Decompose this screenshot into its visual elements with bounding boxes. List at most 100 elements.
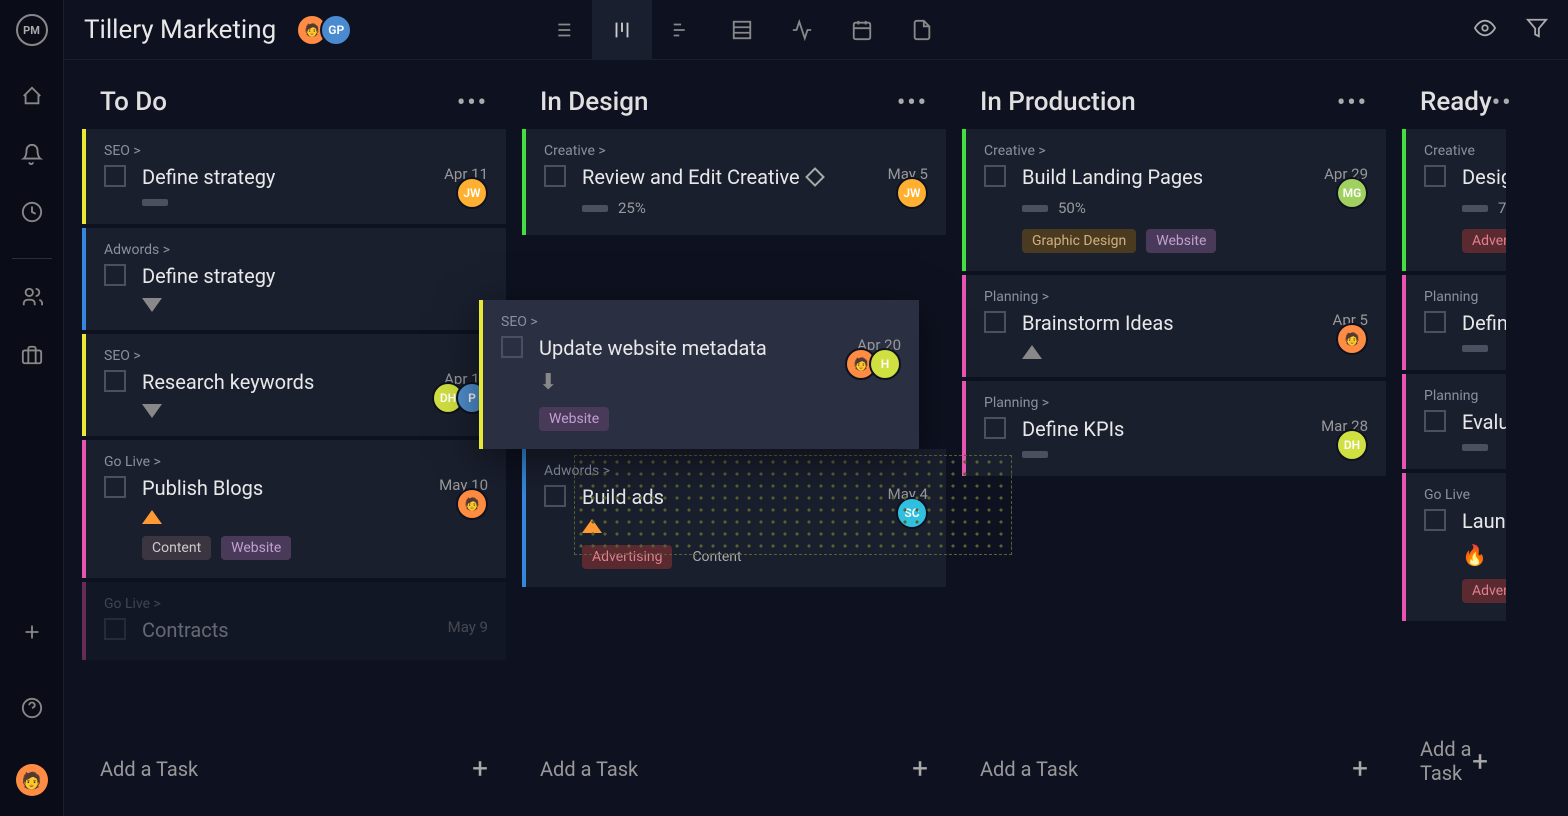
- progress-indicator: [142, 199, 168, 206]
- task-card[interactable]: Creative Design 75% Advertising: [1402, 129, 1506, 271]
- task-checkbox[interactable]: [1424, 410, 1446, 432]
- column-title: In Production: [980, 87, 1136, 117]
- home-icon[interactable]: [12, 76, 52, 116]
- task-card[interactable]: Adwords > Define strategy: [82, 228, 506, 330]
- gantt-view-tab[interactable]: [652, 0, 712, 60]
- progress-indicator: [582, 205, 608, 212]
- task-checkbox[interactable]: [544, 485, 566, 507]
- tag[interactable]: Website: [221, 536, 291, 560]
- task-checkbox[interactable]: [1424, 165, 1446, 187]
- help-icon[interactable]: [12, 688, 52, 728]
- task-checkbox[interactable]: [984, 311, 1006, 333]
- board-view-tab[interactable]: [592, 0, 652, 60]
- task-checkbox[interactable]: [1424, 311, 1446, 333]
- drop-zone: [574, 455, 1012, 555]
- card-title: Define KPIs: [1022, 417, 1321, 441]
- plus-icon: +: [1472, 745, 1488, 778]
- card-category: Creative: [1424, 143, 1506, 159]
- card-category: Go Live: [1424, 487, 1506, 503]
- task-checkbox[interactable]: [104, 370, 126, 392]
- tag[interactable]: Website: [1146, 229, 1216, 253]
- card-title: Evaluate and Negotiate: [1462, 410, 1506, 434]
- task-checkbox[interactable]: [984, 165, 1006, 187]
- task-card[interactable]: Planning > Define KPIs Mar 28 DH: [962, 381, 1386, 476]
- dragging-task-card[interactable]: SEO > Update website metadata Apr 20 ⬇ W…: [479, 300, 919, 449]
- task-card[interactable]: Planning > Brainstorm Ideas Apr 5 🧑: [962, 275, 1386, 377]
- sidebar-divider: [12, 258, 52, 259]
- column-menu-icon[interactable]: •••: [1492, 88, 1514, 116]
- add-task-button[interactable]: Add a Task+: [522, 736, 946, 801]
- tag[interactable]: Content: [142, 536, 211, 560]
- task-card[interactable]: SEO > Research keywords Apr 13 DHP: [82, 334, 506, 436]
- plus-icon[interactable]: [12, 612, 52, 652]
- list-view-tab[interactable]: [532, 0, 592, 60]
- card-title: Research keywords: [142, 370, 444, 394]
- card-title: Design: [1462, 165, 1506, 189]
- assignee-avatar[interactable]: JW: [896, 177, 928, 209]
- card-title: Build Landing Pages: [1022, 165, 1324, 189]
- briefcase-icon[interactable]: [12, 335, 52, 375]
- assignee-avatar[interactable]: DH: [1336, 429, 1368, 461]
- task-checkbox[interactable]: [104, 476, 126, 498]
- card-category: SEO >: [104, 143, 488, 159]
- visibility-icon[interactable]: [1474, 17, 1496, 43]
- filter-icon[interactable]: [1526, 17, 1548, 43]
- assignee-avatar[interactable]: 🧑: [456, 488, 488, 520]
- task-card[interactable]: Creative > Build Landing Pages Apr 29 50…: [962, 129, 1386, 271]
- column-menu-icon[interactable]: •••: [1337, 88, 1368, 116]
- column-header: In Design •••: [522, 75, 946, 129]
- card-title: Define strategy: [142, 165, 444, 189]
- plus-icon: +: [1352, 752, 1368, 785]
- column-menu-icon[interactable]: •••: [457, 88, 488, 116]
- task-card[interactable]: Go Live > Contracts May 9: [82, 582, 506, 660]
- app-logo[interactable]: PM: [16, 14, 48, 46]
- tag[interactable]: Website: [539, 407, 609, 431]
- card-category: Go Live >: [104, 454, 488, 470]
- add-task-button[interactable]: Add a Task+: [1402, 721, 1506, 801]
- task-checkbox[interactable]: [984, 417, 1006, 439]
- table-view-tab[interactable]: [712, 0, 772, 60]
- avatar[interactable]: GP: [320, 14, 352, 46]
- progress-indicator: [1022, 205, 1048, 212]
- task-checkbox[interactable]: [104, 264, 126, 286]
- task-checkbox[interactable]: [1424, 509, 1446, 531]
- assignee-avatar[interactable]: JW: [456, 177, 488, 209]
- add-task-button[interactable]: Add a Task+: [962, 736, 1386, 801]
- column-title: Ready: [1420, 87, 1492, 117]
- task-checkbox[interactable]: [501, 336, 523, 358]
- progress-percent: 50%: [1058, 199, 1086, 217]
- task-card[interactable]: Planning Evaluate and Negotiate: [1402, 374, 1506, 469]
- project-members[interactable]: 🧑 GP: [296, 14, 352, 46]
- file-view-tab[interactable]: [892, 0, 952, 60]
- column-menu-icon[interactable]: •••: [897, 88, 928, 116]
- team-icon[interactable]: [12, 277, 52, 317]
- tag[interactable]: Advertising: [1462, 229, 1506, 253]
- tag[interactable]: Graphic Design: [1022, 229, 1136, 253]
- progress-indicator: [1022, 451, 1048, 458]
- task-checkbox[interactable]: [104, 618, 126, 640]
- calendar-view-tab[interactable]: [832, 0, 892, 60]
- task-card[interactable]: Creative > Review and Edit Creative May …: [522, 129, 946, 235]
- bell-icon[interactable]: [12, 134, 52, 174]
- task-checkbox[interactable]: [104, 165, 126, 187]
- task-checkbox[interactable]: [544, 165, 566, 187]
- card-title: Define strategy: [142, 264, 488, 288]
- card-title: Update website metadata: [539, 336, 857, 360]
- assignee-avatar[interactable]: H: [869, 348, 901, 380]
- task-card[interactable]: Go Live > Publish Blogs May 10 ContentWe…: [82, 440, 506, 578]
- column-title: In Design: [540, 87, 648, 117]
- tag[interactable]: Advertising: [1462, 579, 1506, 603]
- task-card[interactable]: Go Live Launch 🔥 Advertising: [1402, 473, 1506, 621]
- task-card[interactable]: SEO > Define strategy Apr 11 JW: [82, 129, 506, 224]
- flame-icon: 🔥: [1462, 543, 1487, 567]
- add-task-button[interactable]: Add a Task+: [82, 736, 506, 801]
- clock-icon[interactable]: [12, 192, 52, 232]
- task-card[interactable]: Planning Define: [1402, 275, 1506, 370]
- add-task-label: Add a Task: [1420, 737, 1472, 785]
- user-avatar[interactable]: 🧑: [16, 764, 48, 796]
- assignee-avatar[interactable]: MG: [1336, 177, 1368, 209]
- assignee-avatar[interactable]: 🧑: [1336, 323, 1368, 355]
- priority-high-icon: [142, 510, 162, 524]
- activity-view-tab[interactable]: [772, 0, 832, 60]
- column-header: Ready•••: [1402, 75, 1506, 129]
